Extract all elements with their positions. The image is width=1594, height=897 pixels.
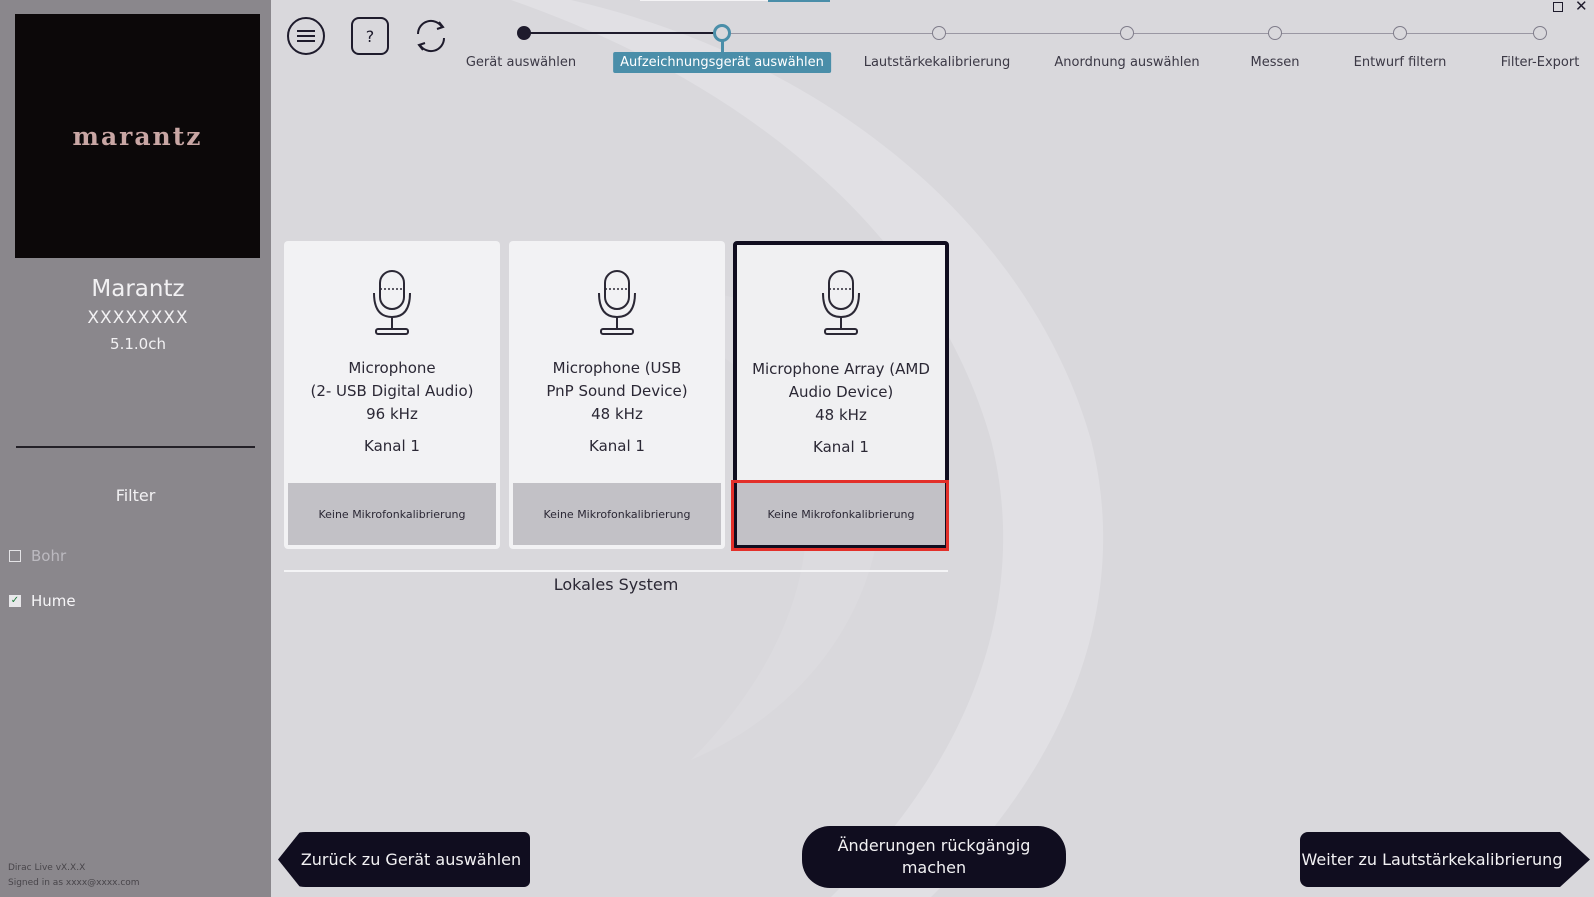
device-name-line1: Microphone Array (AMD	[752, 360, 930, 378]
step-label-export[interactable]: Filter-Export	[1501, 55, 1580, 70]
device-channel: Kanal 1	[813, 438, 869, 456]
device-card[interactable]: Microphone (2- USB Digital Audio) 96 kHz…	[284, 241, 500, 549]
help-icon: ?	[365, 26, 375, 46]
brand-logo-text: marantz	[72, 121, 203, 151]
step-label-lautstaerke[interactable]: Lautstärkekalibrierung	[864, 55, 1011, 70]
stepper-track-line	[724, 33, 1546, 34]
device-name-text: Microphone Array (AMD Audio Device) 48 k…	[745, 358, 937, 427]
maximize-icon[interactable]	[1553, 2, 1563, 12]
stepper-progress-line	[524, 32, 724, 34]
top-edge-accent	[768, 0, 830, 2]
menu-button[interactable]	[287, 17, 325, 55]
sidebar-divider	[16, 446, 255, 448]
step-label-geraet[interactable]: Gerät auswählen	[466, 55, 576, 70]
calibration-button[interactable]: Keine Mikrofonkalibrierung	[288, 483, 496, 545]
next-button[interactable]: Weiter zu Lautstärkekalibrierung	[1300, 832, 1590, 887]
step-dot-entwurf[interactable]	[1393, 26, 1407, 40]
device-sample-rate: 48 kHz	[815, 406, 867, 424]
microphone-icon	[598, 270, 636, 335]
device-name-text: Microphone (2- USB Digital Audio) 96 kHz	[292, 357, 492, 426]
device-channel: Kanal 1	[364, 437, 420, 455]
checkbox-unchecked-icon[interactable]	[9, 550, 21, 562]
device-card-selected[interactable]: Microphone Array (AMD Audio Device) 48 k…	[733, 241, 949, 549]
step-label-anordnung[interactable]: Anordnung auswählen	[1054, 55, 1199, 70]
help-button[interactable]: ?	[351, 17, 389, 55]
refresh-icon	[416, 19, 446, 53]
brand-logo: marantz	[15, 14, 260, 258]
filter-title: Filter	[115, 486, 156, 505]
device-channels: 5.1.0ch	[110, 335, 166, 353]
device-sample-rate: 48 kHz	[591, 405, 643, 423]
system-label: Lokales System	[553, 575, 679, 594]
sidebar: marantz Marantz XXXXXXXX 5.1.0ch Filter …	[0, 0, 271, 897]
undo-label-line2: machen	[901, 858, 967, 877]
filter-option-label: Bohr	[31, 547, 67, 565]
device-model: XXXXXXXX	[87, 308, 189, 328]
refresh-button[interactable]	[412, 17, 450, 55]
calibration-button[interactable]: Keine Mikrofonkalibrierung	[737, 483, 945, 545]
device-card[interactable]: Microphone (USB PnP Sound Device) 48 kHz…	[509, 241, 725, 549]
device-name-line2: PnP Sound Device)	[546, 382, 688, 400]
back-button[interactable]: Zurück zu Gerät auswählen	[278, 832, 530, 887]
step-dot-anordnung[interactable]	[1120, 26, 1134, 40]
hamburger-menu-icon	[297, 30, 315, 42]
step-label-messen[interactable]: Messen	[1251, 55, 1300, 70]
device-name-text: Microphone (USB PnP Sound Device) 48 kHz	[517, 357, 717, 426]
calibration-button[interactable]: Keine Mikrofonkalibrierung	[513, 483, 721, 545]
device-name-line1: Microphone	[348, 359, 436, 377]
step-dot-lautstaerke[interactable]	[932, 26, 946, 40]
system-divider	[284, 570, 948, 572]
step-label-entwurf[interactable]: Entwurf filtern	[1354, 55, 1447, 70]
device-name-line1: Microphone (USB	[552, 359, 682, 377]
device-channel: Kanal 1	[589, 437, 645, 455]
microphone-icon	[822, 270, 860, 335]
step-dot-messen[interactable]	[1268, 26, 1282, 40]
microphone-icon	[373, 270, 411, 335]
filter-option-label: Hume	[31, 592, 76, 610]
step-label-aufzeichnung[interactable]: Aufzeichnungsgerät auswählen	[613, 52, 831, 73]
device-sample-rate: 96 kHz	[366, 405, 418, 423]
step-dot-export[interactable]	[1533, 26, 1547, 40]
step-dot-aufzeichnung[interactable]	[713, 24, 731, 42]
close-icon[interactable]: ✕	[1575, 0, 1588, 15]
signed-in-user: Signed in as xxxx@xxxx.com	[8, 878, 140, 888]
filter-option-hume[interactable]: ✓ Hume	[9, 592, 76, 610]
undo-label-line1: Änderungen rückgängig	[837, 836, 1031, 855]
app-version: Dirac Live vX.X.X	[8, 863, 86, 873]
checkbox-checked-icon[interactable]: ✓	[9, 595, 21, 607]
step-dot-geraet[interactable]	[517, 26, 531, 40]
device-name: Marantz	[91, 276, 185, 302]
filter-option-bohr[interactable]: Bohr	[9, 547, 66, 565]
undo-changes-button[interactable]: Änderungen rückgängig machen	[802, 826, 1066, 888]
device-name-line2: (2- USB Digital Audio)	[310, 382, 474, 400]
device-name-line2: Audio Device)	[788, 383, 894, 401]
